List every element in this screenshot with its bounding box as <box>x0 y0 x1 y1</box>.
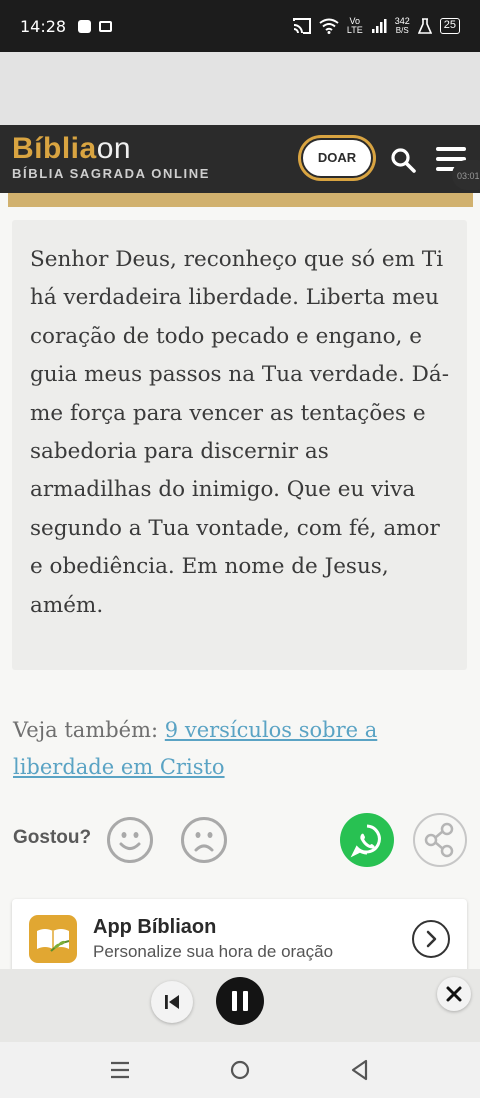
see-also-label: Veja também: <box>13 718 159 742</box>
close-player-button[interactable] <box>437 977 471 1011</box>
whatsapp-icon <box>350 824 381 858</box>
top-spacer <box>0 52 480 125</box>
app-promo-title: App Bíbliaon <box>93 916 217 938</box>
feedback-label: Gostou? <box>13 827 92 848</box>
calendar-icon <box>99 20 113 32</box>
pause-button[interactable] <box>216 977 264 1025</box>
skip-previous-icon <box>165 995 179 1009</box>
back-icon[interactable] <box>348 1058 372 1082</box>
system-nav-bar <box>0 1042 480 1098</box>
volte-lte: LTE <box>346 25 363 35</box>
logo-subtitle: BÍBLIA SAGRADA ONLINE <box>12 166 211 181</box>
prayer-text: Senhor Deus, reconheço que só em Ti há v… <box>30 247 449 618</box>
speed-value: 342 <box>394 16 410 26</box>
speed-unit: B/S <box>395 26 409 35</box>
see-also: Veja também: 9 versículos sobre a liberd… <box>13 712 453 786</box>
site-header: Bíbliaon BÍBLIA SAGRADA ONLINE DOAR <box>0 125 480 193</box>
donate-button[interactable]: DOAR <box>298 135 376 181</box>
audio-player-bar <box>0 969 480 1042</box>
notification-icon <box>78 19 92 33</box>
wifi-icon <box>319 18 339 34</box>
skip-previous-button[interactable] <box>151 981 193 1023</box>
share-icon <box>424 822 454 858</box>
share-button[interactable] <box>413 813 467 867</box>
app-book-icon <box>29 915 77 963</box>
signal-icon <box>371 19 387 33</box>
dislike-frown-icon[interactable] <box>181 817 227 863</box>
home-icon[interactable] <box>228 1058 252 1082</box>
flask-icon <box>417 18 432 34</box>
donate-label: DOAR <box>301 138 373 178</box>
status-bar: 14:28 Vo LTE 342 B/S 25 <box>0 0 480 52</box>
pause-icon <box>232 991 248 1011</box>
site-logo[interactable]: Bíbliaon BÍBLIA SAGRADA ONLINE <box>12 133 211 182</box>
chevron-right-icon[interactable] <box>412 920 450 958</box>
gold-divider <box>8 193 473 207</box>
recent-apps-icon[interactable] <box>108 1058 132 1082</box>
status-time: 14:28 <box>20 16 67 36</box>
cast-icon <box>292 18 311 34</box>
whatsapp-share-button[interactable] <box>340 813 394 867</box>
search-icon[interactable] <box>390 147 416 173</box>
app-promo-subtitle: Personalize sua hora de oração <box>93 942 334 961</box>
close-icon <box>446 986 462 1002</box>
volte-indicator: Vo LTE <box>347 17 363 35</box>
logo-wordmark: Bíbliaon <box>12 133 210 165</box>
logo-on: on <box>96 132 132 165</box>
battery-indicator: 25 <box>439 18 460 34</box>
like-smile-icon[interactable] <box>107 817 153 863</box>
network-speed: 342 B/S <box>394 16 410 36</box>
logo-biblia: Bíblia <box>12 132 97 165</box>
timer-chip: 03:01 <box>452 160 480 190</box>
